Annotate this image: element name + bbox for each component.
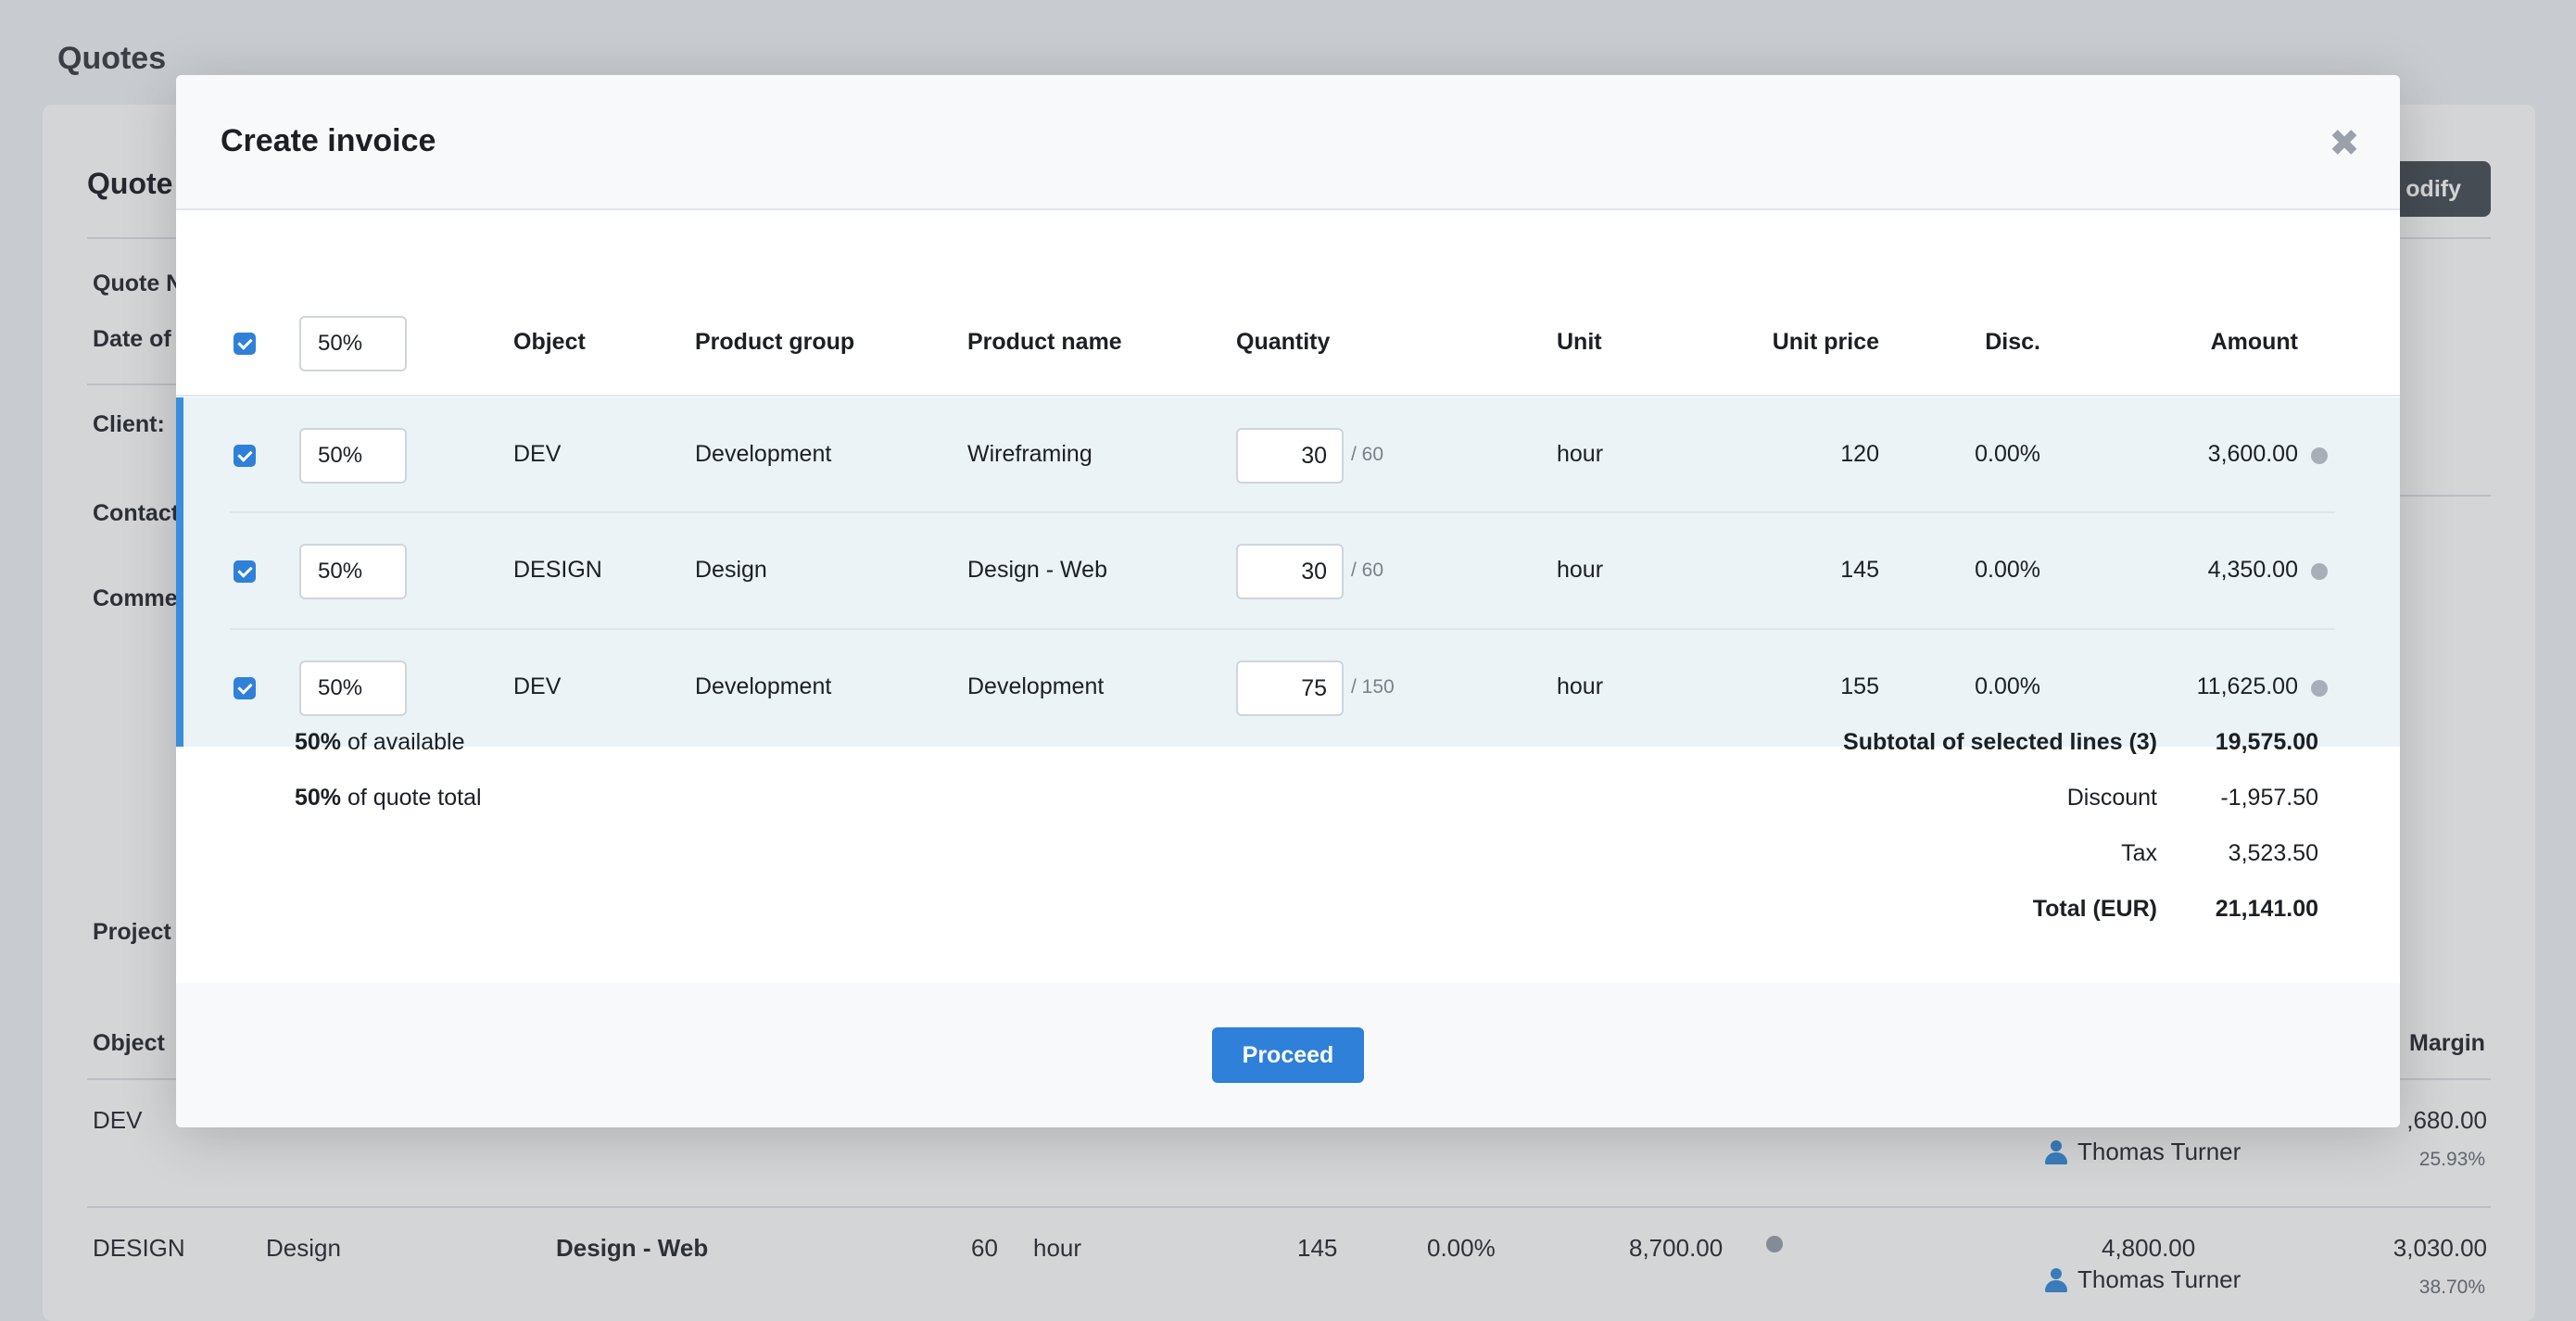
subtotal-label: Subtotal of selected lines (3) — [1843, 729, 2157, 755]
line-object: DEV — [513, 673, 562, 699]
available-percentage: 50% of available — [295, 729, 465, 755]
line-product-group: Development — [695, 673, 832, 699]
line-amount: 11,625.00 — [2196, 673, 2298, 699]
line-product-group: Development — [695, 441, 832, 467]
total-value: 21,141.00 — [2215, 896, 2318, 922]
line-object: DESIGN — [513, 557, 602, 583]
line-product-group: Design — [695, 557, 767, 583]
status-dot — [2311, 563, 2328, 580]
line-checkbox[interactable] — [234, 560, 256, 583]
column-amount: Amount — [2210, 329, 2298, 355]
line-disc: 0.00% — [1975, 557, 2040, 583]
line-unit-price: 120 — [1840, 441, 1879, 467]
column-quantity: Quantity — [1236, 329, 1331, 355]
line-object: DEV — [513, 441, 562, 467]
line-max-quantity: / 60 — [1351, 560, 1384, 581]
column-object: Object — [513, 329, 586, 355]
column-unit-price: Unit price — [1772, 329, 1879, 355]
line-max-quantity: / 150 — [1351, 676, 1395, 698]
global-percent-input[interactable] — [299, 316, 407, 371]
status-dot — [2311, 680, 2328, 697]
line-checkbox[interactable] — [234, 677, 256, 699]
divider — [176, 395, 2400, 396]
line-checkbox[interactable] — [234, 445, 256, 467]
column-disc: Disc. — [1985, 329, 2040, 355]
quote-total-percentage: 50% of quote total — [295, 785, 482, 811]
table-row: DESIGN Design Design - Web / 60 hour 145… — [176, 513, 2400, 630]
column-unit: Unit — [1557, 329, 1602, 355]
selected-indicator — [176, 397, 183, 514]
close-icon[interactable]: ✖ — [2326, 123, 2363, 164]
modal-title: Create invoice — [221, 123, 436, 158]
line-max-quantity: / 60 — [1351, 444, 1384, 465]
line-unit-price: 145 — [1840, 557, 1879, 583]
line-amount: 4,350.00 — [2207, 557, 2298, 583]
create-invoice-modal: Create invoice ✖ Object Product group Pr… — [176, 75, 2400, 1127]
modal-header: Create invoice ✖ — [176, 75, 2400, 210]
status-dot — [2311, 447, 2328, 464]
line-quantity-input[interactable] — [1236, 544, 1344, 599]
line-product-name: Design - Web — [967, 557, 1107, 583]
line-percent-input[interactable] — [299, 428, 407, 484]
select-all-checkbox[interactable] — [234, 333, 256, 355]
modal-footer: Proceed — [176, 983, 2400, 1127]
column-product-name: Product name — [967, 329, 1122, 355]
line-disc: 0.00% — [1975, 441, 2040, 467]
total-label: Total (EUR) — [2032, 896, 2157, 922]
line-percent-input[interactable] — [299, 544, 407, 599]
line-product-name: Development — [967, 673, 1105, 699]
table-row: DEV Development Wireframing / 60 hour 12… — [176, 397, 2400, 514]
subtotal-value: 19,575.00 — [2215, 729, 2318, 755]
proceed-button[interactable]: Proceed — [1212, 1027, 1364, 1083]
line-unit: hour — [1557, 557, 1604, 583]
line-quantity-input[interactable] — [1236, 428, 1344, 484]
line-quantity-input[interactable] — [1236, 660, 1344, 716]
line-unit: hour — [1557, 673, 1604, 699]
line-amount: 3,600.00 — [2207, 441, 2298, 467]
selected-indicator — [176, 630, 183, 747]
lines-table-header: Object Product group Product name Quanti… — [176, 210, 2400, 396]
line-unit-price: 155 — [1840, 673, 1879, 699]
line-disc: 0.00% — [1975, 673, 2040, 699]
line-unit: hour — [1557, 441, 1604, 467]
selected-indicator — [176, 513, 183, 630]
discount-label: Discount — [2066, 785, 2157, 811]
tax-value: 3,523.50 — [2228, 840, 2318, 866]
column-product-group: Product group — [695, 329, 855, 355]
tax-label: Tax — [2121, 840, 2157, 866]
line-product-name: Wireframing — [967, 441, 1092, 467]
discount-value: -1,957.50 — [2220, 785, 2318, 811]
line-percent-input[interactable] — [299, 660, 407, 716]
